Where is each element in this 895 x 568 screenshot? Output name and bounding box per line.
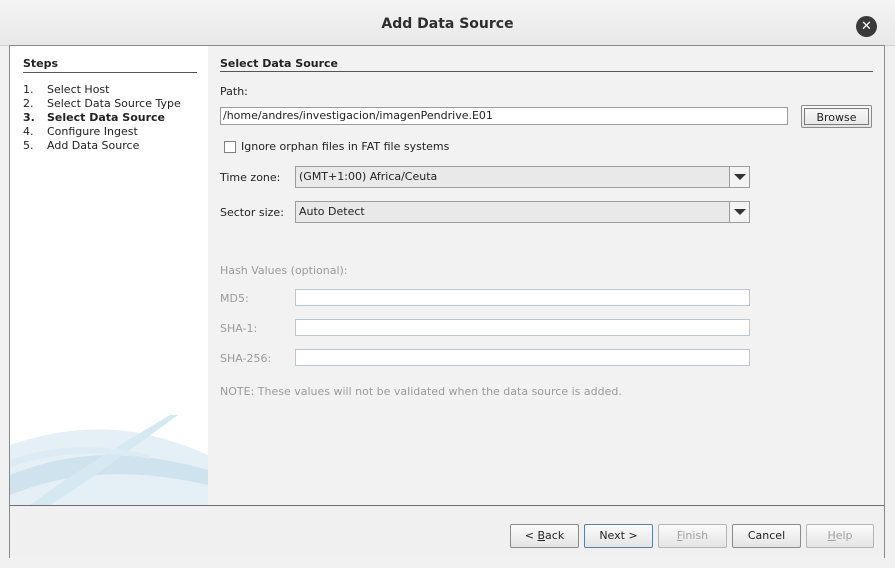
title-bar: Add Data Source ✕	[0, 0, 895, 46]
chevron-down-icon[interactable]	[729, 167, 749, 187]
steps-panel: Steps 1. Select Host 2. Select Data Source…	[10, 46, 208, 505]
select-data-source-panel: Select Data Source Path: /home/andres/in…	[208, 46, 884, 505]
back-button-rest: ack	[545, 529, 565, 542]
timezone-value: (GMT+1:00) Africa/Ceuta	[299, 170, 438, 183]
timezone-label: Time zone:	[220, 171, 281, 184]
step-number: 5.	[23, 139, 34, 152]
help-button-mnemonic: H	[827, 529, 836, 542]
sector-size-select[interactable]: Auto Detect	[295, 201, 750, 223]
back-button-prefix: <	[524, 529, 538, 542]
ignore-orphan-files-label: Ignore orphan files in FAT file systems	[241, 140, 450, 153]
steps-list: 1. Select Host 2. Select Data Source Type …	[23, 83, 181, 153]
step-label: Select Host	[47, 83, 110, 96]
ignore-orphan-files-checkbox[interactable]	[224, 141, 236, 153]
step-item: 5. Add Data Source	[23, 139, 181, 153]
path-label: Path:	[220, 85, 248, 98]
back-button-mnemonic: B	[537, 529, 546, 542]
timezone-select[interactable]: (GMT+1:00) Africa/Ceuta	[295, 166, 750, 188]
back-button[interactable]: < Back	[510, 524, 579, 548]
browse-focus-ring: Browse	[804, 108, 869, 125]
md5-label: MD5:	[220, 292, 249, 305]
sector-size-value: Auto Detect	[299, 205, 365, 218]
chevron-down-icon[interactable]	[729, 202, 749, 222]
step-label: Configure Ingest	[47, 125, 138, 138]
decorative-swoosh-graphic	[10, 415, 208, 505]
md5-input[interactable]	[295, 289, 750, 306]
finish-button-rest: inish	[682, 529, 709, 542]
step-number: 2.	[23, 97, 34, 110]
hash-note: NOTE: These values will not be validated…	[220, 385, 622, 398]
steps-header: Steps	[23, 57, 59, 70]
step-label: Select Data Source Type	[47, 97, 181, 110]
help-button[interactable]: Help	[806, 524, 874, 548]
steps-divider	[23, 72, 197, 73]
step-number: 1.	[23, 83, 34, 96]
close-button[interactable]: ✕	[856, 16, 877, 37]
sha1-input[interactable]	[295, 319, 750, 336]
sha256-input[interactable]	[295, 349, 750, 366]
step-item-current: 3. Select Data Source	[23, 111, 181, 125]
cancel-button[interactable]: Cancel	[732, 524, 801, 548]
browse-button-label: Browse	[816, 111, 857, 124]
sha256-label: SHA-256:	[220, 352, 272, 365]
section-title: Select Data Source	[220, 57, 339, 70]
step-label: Select Data Source	[47, 111, 166, 124]
finish-button[interactable]: Finish	[658, 524, 727, 548]
step-item: 2. Select Data Source Type	[23, 97, 181, 111]
step-item: 4. Configure Ingest	[23, 125, 181, 139]
browse-button[interactable]: Browse	[801, 105, 872, 128]
sha1-label: SHA-1:	[220, 322, 258, 335]
hash-values-header: Hash Values (optional):	[220, 264, 348, 277]
close-icon: ✕	[861, 19, 872, 34]
window-title: Add Data Source	[381, 16, 514, 32]
path-input[interactable]: /home/andres/investigacion/imagenPendriv…	[220, 107, 788, 125]
section-divider	[220, 71, 873, 72]
sector-size-label: Sector size:	[220, 206, 284, 219]
help-button-rest: elp	[835, 529, 853, 542]
step-item: 1. Select Host	[23, 83, 181, 97]
step-number: 4.	[23, 125, 34, 138]
step-label: Add Data Source	[47, 139, 140, 152]
next-button[interactable]: Next >	[584, 524, 653, 548]
step-number: 3.	[23, 111, 35, 124]
